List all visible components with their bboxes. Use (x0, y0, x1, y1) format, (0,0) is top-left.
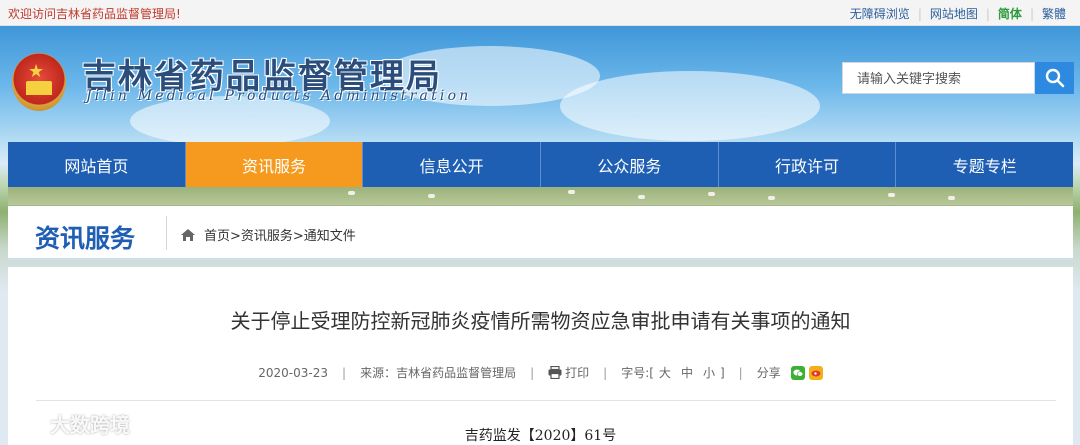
top-links: 无障碍浏览 | 网站地图 | 简体 | 繁體 (850, 5, 1066, 22)
share-label: 分享 (756, 366, 781, 380)
wechat-share-icon[interactable] (790, 365, 805, 380)
breadcrumb-path[interactable]: 首页>资讯服务>通知文件 (204, 225, 356, 244)
weibo-share-icon[interactable] (808, 365, 823, 380)
star-icon: ★ (28, 61, 45, 82)
sheep-decoration (888, 193, 895, 197)
meadow-decoration (8, 187, 1073, 205)
nav-item-public-service[interactable]: 公众服务 (541, 142, 719, 187)
sheep-decoration (568, 190, 575, 194)
top-bar: 欢迎访问吉林省药品监督管理局! 无障碍浏览 | 网站地图 | 简体 | 繁體 (0, 0, 1080, 26)
nav-item-special-topics[interactable]: 专题专栏 (896, 142, 1073, 187)
article-title: 关于停止受理防控新冠肺炎疫情所需物资应急审批申请有关事项的通知 (230, 309, 851, 333)
traditional-chinese-link[interactable]: 繁體 (1042, 5, 1066, 22)
sheep-decoration (428, 194, 435, 198)
accessibility-link[interactable]: 无障碍浏览 (850, 5, 910, 22)
font-medium-button[interactable]: 中 (681, 364, 693, 381)
nav-item-news-service[interactable]: 资讯服务 (185, 142, 364, 187)
font-small-button[interactable]: 小 (703, 364, 715, 381)
divider: | (603, 365, 608, 380)
simplified-chinese-link[interactable]: 简体 (998, 5, 1022, 22)
watermark: 大数跨境 (10, 409, 130, 438)
search-button[interactable] (1035, 62, 1074, 94)
article-panel: 关于停止受理防控新冠肺炎疫情所需物资应急审批申请有关事项的通知 2020-03-… (8, 267, 1073, 445)
section-header: 资讯服务 首页>资讯服务>通知文件 (8, 206, 1073, 261)
publish-date: 2020-03-23 (258, 365, 329, 380)
nav-item-admin-permit[interactable]: 行政许可 (719, 142, 897, 187)
divider: | (530, 365, 535, 380)
main-nav: 网站首页 资讯服务 信息公开 公众服务 行政许可 专题专栏 (8, 142, 1073, 187)
breadcrumb: 首页>资讯服务>通知文件 (180, 225, 356, 244)
site-subtitle: Jilin Medical Products Administration (86, 88, 472, 104)
home-icon[interactable] (180, 228, 196, 242)
watermark-logo-icon (10, 414, 48, 433)
divider: | (738, 365, 743, 380)
search-input[interactable] (842, 62, 1035, 94)
sheep-decoration (348, 191, 355, 195)
article-source: 来源：吉林省药品监督管理局 (360, 366, 517, 380)
printer-icon[interactable] (548, 366, 562, 379)
section-title: 资讯服务 (35, 224, 136, 253)
font-size-label: 字号:[ (621, 366, 654, 380)
cloud-decoration (560, 71, 820, 141)
search-icon (1045, 68, 1064, 88)
divider (166, 216, 167, 250)
font-large-button[interactable]: 大 (659, 364, 671, 381)
nav-item-home[interactable]: 网站首页 (8, 142, 186, 187)
divider: | (342, 365, 347, 380)
document-number: 吉药监发【2020】61号 (464, 428, 617, 444)
print-button[interactable]: 打印 (565, 364, 589, 381)
sheep-decoration (768, 196, 775, 200)
sheep-decoration (638, 195, 645, 199)
nav-item-info-disclosure[interactable]: 信息公开 (363, 142, 542, 187)
national-emblem-logo: ★ (12, 53, 66, 111)
divider: | (1029, 6, 1034, 21)
divider: | (985, 6, 990, 21)
welcome-text: 欢迎访问吉林省药品监督管理局! (8, 7, 181, 21)
search-box (842, 62, 1074, 94)
article-meta: 2020-03-23 | 来源：吉林省药品监督管理局 | 打印 | 字号:[ 大… (8, 364, 1073, 381)
divider (36, 400, 1056, 401)
font-size-close: ] (719, 365, 725, 380)
divider: | (917, 6, 922, 21)
sheep-decoration (948, 196, 955, 200)
sheep-decoration (708, 192, 715, 196)
gate-icon (26, 81, 52, 95)
watermark-text: 大数跨境 (50, 413, 130, 437)
sitemap-link[interactable]: 网站地图 (930, 5, 978, 22)
